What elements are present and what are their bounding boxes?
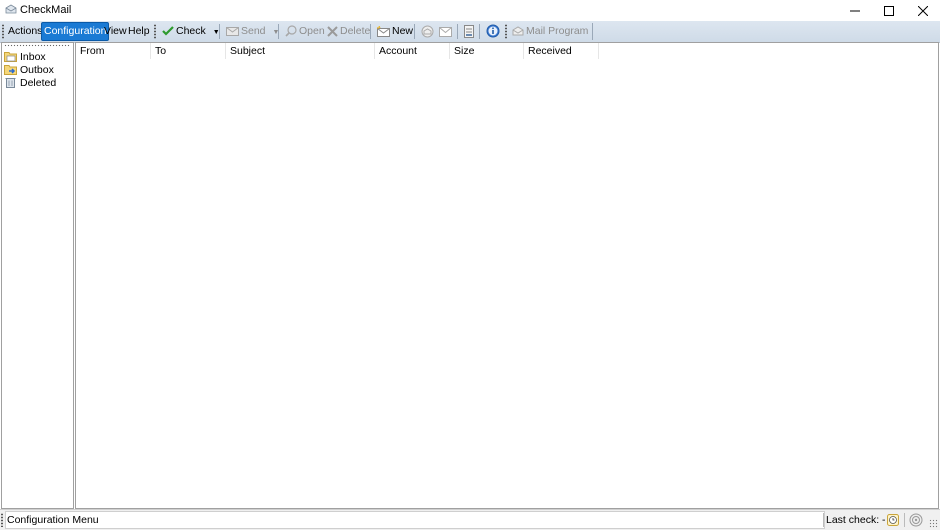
check-label: Check (176, 25, 206, 37)
column-header-received[interactable]: Received (524, 43, 599, 59)
column-header-size[interactable]: Size (450, 43, 524, 59)
status-message: Configuration Menu (7, 514, 99, 526)
new-button[interactable]: New (375, 23, 415, 40)
toolbar-grip[interactable] (154, 24, 156, 39)
check-button[interactable]: Check ▼ (160, 23, 222, 40)
folder-label: Outbox (20, 63, 54, 76)
mail-program-icon (512, 26, 524, 36)
close-icon (918, 5, 928, 16)
resize-grip[interactable] (929, 519, 938, 528)
log-button[interactable] (461, 23, 477, 40)
statusbar-grip[interactable] (1, 513, 3, 527)
title-bar: CheckMail (0, 0, 940, 21)
send-icon (226, 27, 239, 37)
delete-button[interactable]: Delete (325, 23, 372, 40)
menu-help[interactable]: Help (126, 23, 152, 40)
close-button[interactable] (906, 0, 940, 21)
toolbar-grip[interactable] (505, 24, 507, 39)
folder-item-outbox[interactable]: Outbox (4, 63, 54, 76)
folder-item-inbox[interactable]: Inbox (4, 50, 46, 63)
maximize-button[interactable] (872, 0, 906, 21)
menu-view[interactable]: View (102, 23, 129, 40)
new-mail-icon (377, 25, 390, 37)
window-title: CheckMail (20, 4, 72, 16)
outbox-folder-icon (4, 65, 17, 75)
inbox-folder-icon (4, 52, 17, 62)
send-button[interactable]: Send ▼ (224, 23, 281, 40)
toolbar-separator (278, 24, 279, 39)
column-header-to[interactable]: To (151, 43, 226, 59)
status-message-field (5, 511, 825, 529)
status-bar: Configuration Menu Last check: - (0, 509, 940, 530)
folder-item-deleted[interactable]: Deleted (4, 76, 56, 89)
app-mail-icon (5, 4, 17, 14)
delete-label: Delete (340, 25, 371, 37)
statusbar-separator (823, 513, 824, 527)
reply-icon (421, 25, 434, 38)
toolbar-separator (414, 24, 415, 39)
new-label: New (392, 25, 414, 37)
message-list[interactable]: From To Subject Account Size Received (75, 42, 939, 509)
last-check-status: Last check: - (826, 514, 886, 526)
delete-x-icon (327, 26, 338, 37)
statusbar-separator (904, 513, 905, 527)
send-label: Send (241, 25, 266, 37)
pane-grip[interactable] (4, 44, 70, 47)
info-button[interactable] (484, 23, 502, 40)
magnifier-icon (285, 25, 297, 37)
minimize-icon (850, 10, 860, 11)
document-icon (464, 24, 474, 38)
info-icon (486, 24, 500, 38)
folder-label: Deleted (20, 76, 57, 89)
toolbar-separator (457, 24, 458, 39)
trash-icon (5, 78, 16, 88)
menu-configuration[interactable]: Configuration (41, 22, 110, 41)
reply-button[interactable] (419, 23, 436, 40)
toolbar-grip[interactable] (2, 24, 4, 39)
maximize-icon (884, 5, 894, 16)
mail-program-label: Mail Program (526, 25, 589, 37)
open-button[interactable]: Open (283, 23, 327, 40)
column-header-subject[interactable]: Subject (226, 43, 375, 59)
folder-label: Inbox (20, 50, 46, 63)
alarm-clock-icon[interactable] (886, 513, 900, 527)
mail-button[interactable] (437, 23, 454, 40)
open-label: Open (299, 25, 325, 37)
toolbar: Actions Configuration View Help Check ▼ … (0, 21, 940, 43)
toolbar-separator (219, 24, 220, 39)
envelope-icon (439, 26, 452, 37)
folder-pane: Inbox Outbox Deleted (1, 42, 74, 509)
minimize-button[interactable] (838, 0, 872, 21)
toolbar-separator (479, 24, 480, 39)
sound-icon[interactable] (909, 513, 923, 527)
column-header-from[interactable]: From (76, 43, 151, 59)
menu-actions[interactable]: Actions (6, 23, 44, 40)
column-header-account[interactable]: Account (375, 43, 450, 59)
toolbar-separator (370, 24, 371, 39)
checkmark-icon (162, 26, 174, 36)
mail-program-button[interactable]: Mail Program (510, 23, 594, 40)
